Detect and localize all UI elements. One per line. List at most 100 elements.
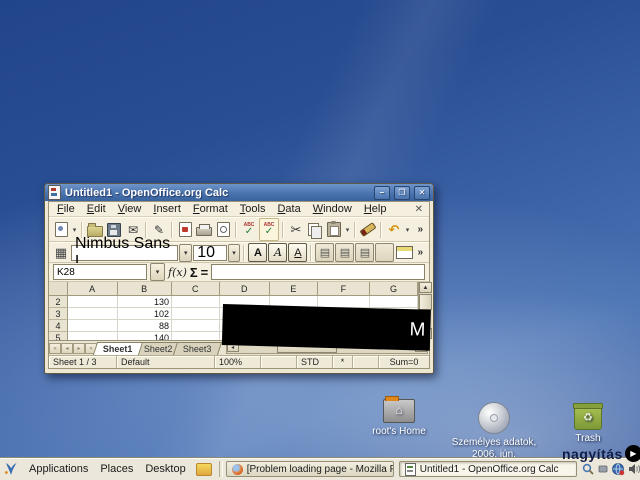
tab-sheet3[interactable]: Sheet3 (172, 342, 222, 356)
cell[interactable] (172, 332, 220, 341)
name-box-dropdown-icon[interactable]: ▾ (150, 263, 165, 282)
format-paintbrush-button[interactable] (359, 220, 377, 239)
font-name-dropdown-icon[interactable]: ▾ (179, 243, 193, 262)
desktop-icon-roots-home[interactable]: ⌂ root's Home (363, 396, 435, 438)
font-size-combo[interactable]: 10 (193, 244, 227, 261)
column-header-a[interactable]: A (68, 282, 118, 296)
print-button[interactable] (195, 220, 213, 239)
cell[interactable] (370, 296, 418, 309)
cell[interactable] (68, 296, 118, 309)
merge-cells-button[interactable] (395, 243, 413, 262)
status-zoom[interactable]: 100% (215, 356, 261, 368)
column-header-b[interactable]: B (118, 282, 172, 296)
align-left-button[interactable]: ▤ (315, 243, 335, 263)
sum-icon[interactable]: Σ (190, 265, 198, 280)
undo-button[interactable]: ↶ (385, 220, 403, 239)
align-justify-button[interactable] (375, 243, 395, 263)
menu-edit[interactable]: Edit (81, 202, 112, 216)
undo-dropdown-icon[interactable]: ▾ (404, 226, 411, 234)
task-button-calc[interactable]: Untitled1 - OpenOffice.org Calc (398, 461, 577, 477)
cell-b5[interactable]: 140 (118, 332, 172, 341)
cell-b4[interactable]: 88 (118, 320, 172, 333)
row-header[interactable]: 4 (49, 320, 68, 333)
next-sheet-icon[interactable]: ▸ (73, 343, 85, 355)
select-all-corner[interactable] (49, 282, 68, 296)
status-page-style[interactable]: Default (117, 356, 215, 368)
styles-button[interactable]: ▦ (52, 243, 70, 262)
spellcheck-button[interactable]: ABC ✓ (240, 220, 258, 239)
updates-applet-icon[interactable] (598, 464, 608, 474)
menu-help[interactable]: Help (358, 202, 393, 216)
menu-file[interactable]: File (51, 202, 81, 216)
yellow-applet-icon[interactable] (195, 462, 212, 476)
font-size-dropdown-icon[interactable]: ▾ (227, 243, 241, 262)
column-header-f[interactable]: F (318, 282, 370, 296)
cell-reference-box[interactable]: K28 (53, 264, 147, 281)
menu-tools[interactable]: Tools (234, 202, 272, 216)
toolbar-overflow-icon[interactable]: » (414, 247, 426, 258)
cell-b3[interactable]: 102 (118, 308, 172, 321)
auto-spellcheck-button[interactable]: ABC ✓ (259, 218, 279, 241)
desktop-icon-trash[interactable]: ♻ Trash (556, 403, 620, 445)
desktop-icon-szemelyes-adatok[interactable]: Személyes adatok, 2006. jún. (451, 402, 537, 460)
cell[interactable] (68, 308, 118, 321)
cell[interactable] (172, 320, 220, 333)
column-header-d[interactable]: D (220, 282, 270, 296)
cut-button[interactable]: ✂ (287, 220, 305, 239)
menu-data[interactable]: Data (271, 202, 306, 216)
first-sheet-icon[interactable]: « (49, 343, 61, 355)
italic-button[interactable]: A (268, 243, 288, 263)
equals-icon[interactable]: = (201, 265, 209, 280)
cell[interactable] (68, 320, 118, 333)
menu-format[interactable]: Format (187, 202, 234, 216)
close-document-icon[interactable]: ✕ (415, 204, 423, 215)
cell-b2[interactable]: 130 (118, 296, 172, 309)
menu-applications[interactable]: Applications (23, 461, 94, 477)
font-name-combo[interactable]: Nimbus Sans L (71, 235, 179, 270)
distro-logo-icon[interactable] (3, 461, 19, 477)
menu-places[interactable]: Places (94, 461, 139, 477)
align-center-button[interactable]: ▤ (335, 243, 355, 263)
maximize-button[interactable]: ❒ (394, 185, 410, 200)
column-header-c[interactable]: C (172, 282, 220, 296)
magnify-arrow-icon[interactable]: ▶ (624, 445, 640, 462)
cell[interactable] (68, 332, 118, 341)
bold-button[interactable]: A (248, 243, 268, 263)
cell[interactable] (172, 308, 220, 321)
export-pdf-button[interactable] (176, 220, 194, 239)
task-button-firefox[interactable]: [Problem loading page - Mozilla Firefox] (225, 461, 394, 477)
row-header[interactable]: 5 (49, 332, 68, 341)
align-right-button[interactable]: ▤ (355, 243, 375, 263)
function-wizard-icon[interactable]: f(x) (168, 266, 187, 279)
page-preview-button[interactable] (214, 220, 232, 239)
underline-button[interactable]: A (288, 243, 308, 263)
row-header[interactable]: 3 (49, 308, 68, 321)
close-button[interactable]: ✕ (414, 185, 430, 200)
menu-desktop[interactable]: Desktop (139, 461, 191, 477)
column-header-g[interactable]: G (370, 282, 419, 296)
network-globe-icon[interactable] (611, 462, 625, 476)
prev-sheet-icon[interactable]: ◂ (61, 343, 73, 355)
volume-speaker-icon[interactable] (628, 463, 640, 475)
vertical-scroll-thumb[interactable] (419, 294, 432, 311)
open-button[interactable] (86, 220, 104, 239)
minimize-button[interactable]: – (374, 185, 390, 200)
menu-insert[interactable]: Insert (147, 202, 187, 216)
status-sum[interactable]: Sum=0 (379, 356, 429, 368)
tab-sheet1[interactable]: Sheet1 (92, 342, 143, 356)
scroll-up-icon[interactable]: ▲ (419, 282, 432, 294)
paste-dropdown-icon[interactable]: ▾ (344, 226, 351, 234)
row-header[interactable]: 2 (49, 296, 68, 309)
cell[interactable] (172, 296, 220, 309)
new-document-button[interactable] (52, 220, 70, 239)
toolbar-overflow-icon[interactable]: » (414, 224, 426, 235)
search-icon[interactable] (582, 463, 595, 476)
menu-window[interactable]: Window (307, 202, 358, 216)
copy-button[interactable] (306, 220, 324, 239)
formula-input[interactable] (211, 264, 425, 281)
menu-view[interactable]: View (112, 202, 148, 216)
status-selection-mode[interactable]: STD (297, 356, 333, 368)
paste-button[interactable] (325, 220, 343, 239)
window-titlebar[interactable]: Untitled1 - OpenOffice.org Calc – ❒ ✕ (45, 184, 433, 201)
column-header-e[interactable]: E (270, 282, 318, 296)
